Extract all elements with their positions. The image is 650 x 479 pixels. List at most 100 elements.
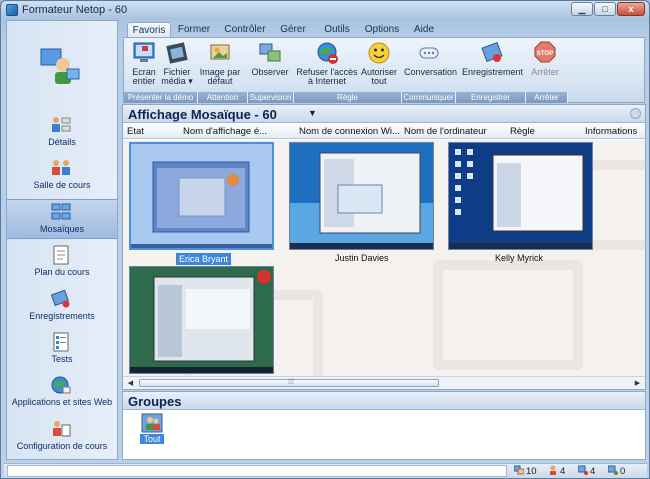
connected-icon [578, 465, 588, 475]
panel-options-icon[interactable] [630, 108, 641, 119]
group-label-attention: Attention [198, 92, 248, 103]
trainer-logo-icon [40, 48, 80, 84]
refuse-internet-label: Refuser l'accès à Internet [296, 67, 358, 86]
tab-favoris[interactable]: Favoris [127, 22, 171, 38]
classroom-icon [52, 160, 70, 175]
column-etat[interactable]: Etat [127, 126, 177, 137]
group-label-arreter: Arrêter [526, 92, 568, 103]
nav-item-configuration[interactable]: Configuration de cours [7, 417, 117, 457]
help-request-icon [608, 465, 618, 475]
ribbon-tabs: Favoris Former Contrôler Gérer Outils Op… [123, 22, 645, 38]
netop-app-icon [6, 4, 18, 16]
nav-label-salle-de-cours: Salle de cours [33, 180, 91, 190]
group-users-icon [141, 413, 163, 433]
globe-block-icon [317, 42, 338, 64]
group-label-enregistrer: Enregistrer [456, 92, 526, 103]
title-bar: Formateur Netop - 60 ▁ □ x [1, 1, 649, 19]
full-screen-icon [133, 42, 155, 62]
student-tile-thumbnail[interactable] [129, 142, 274, 250]
film-icon [166, 42, 188, 64]
conversation-button[interactable]: Conversation [404, 40, 457, 92]
column-computer-name[interactable]: Nom de l'ordinateur [404, 126, 504, 137]
svg-text:STOP: STOP [537, 51, 553, 57]
nav-item-mosaiques[interactable]: Mosaïques [7, 199, 117, 239]
nav-item-enregistrements[interactable]: Enregistrements [7, 287, 117, 327]
group-label-presenter: Présenter la démo [124, 92, 198, 103]
column-header: Etat Nom d'affichage é... Nom de connexi… [123, 124, 645, 139]
minimize-button[interactable]: ▁ [571, 2, 593, 16]
background-monitor-shape [433, 260, 583, 370]
close-button[interactable]: x [617, 2, 645, 16]
student-tile-thumbnail[interactable] [129, 266, 274, 374]
recording-button[interactable]: Enregistrement [462, 40, 524, 92]
stat-connected-value: 4 [590, 466, 596, 477]
nav-item-details[interactable]: Détails [7, 113, 117, 153]
column-rule[interactable]: Règle [510, 126, 570, 137]
tab-options[interactable]: Options [362, 22, 402, 38]
status-message-field [7, 465, 507, 477]
nav-label-enregistrements: Enregistrements [29, 311, 95, 321]
stat-connected: 4 [578, 465, 595, 477]
horizontal-scrollbar[interactable]: ◀ ⁞⁞⁞ ▶ [123, 376, 645, 389]
computers-icon [514, 465, 524, 475]
observe-button[interactable]: Observer [248, 40, 292, 92]
screen-thumbnail-icon [130, 267, 273, 373]
group-label-all: Tout [140, 434, 164, 444]
nav-label-plan-du-cours: Plan du cours [34, 267, 90, 277]
view-dropdown-icon[interactable]: ▼ [308, 108, 317, 118]
tab-aide[interactable]: Aide [410, 22, 438, 38]
stop-sign-icon: STOP [534, 41, 556, 63]
course-config-icon [53, 421, 71, 437]
refuse-internet-button[interactable]: Refuser l'accès à Internet [296, 40, 358, 92]
student-name-justin[interactable]: Justin Davies [335, 253, 389, 263]
maximize-button[interactable]: □ [594, 2, 616, 16]
nav-item-tests[interactable]: Tests [7, 330, 117, 370]
tab-former[interactable]: Former [173, 22, 215, 38]
nav-label-mosaiques: Mosaïques [39, 224, 85, 234]
allow-all-label: Autoriser tout [360, 67, 397, 86]
tab-outils[interactable]: Outils [319, 22, 355, 38]
tab-controler[interactable]: Contrôler [221, 22, 269, 38]
scroll-left-icon[interactable]: ◀ [126, 379, 135, 388]
nav-label-configuration: Configuration de cours [16, 441, 108, 451]
column-info[interactable]: Informations [585, 126, 643, 137]
view-title: Affichage Mosaïque - 60 [128, 107, 277, 122]
scrollbar-thumb[interactable]: ⁞⁞⁞ [139, 379, 439, 387]
ribbon: Ecran entier Fichier média ▾ Image par d… [123, 37, 645, 103]
media-file-button[interactable]: Fichier média ▾ [160, 40, 194, 92]
scroll-right-icon[interactable]: ▶ [633, 379, 642, 388]
recording-label: Enregistrement [462, 67, 524, 77]
details-icon [52, 117, 71, 132]
column-login-name[interactable]: Nom de connexion Wi... [299, 126, 399, 137]
tab-gerer[interactable]: Gérer [275, 22, 311, 38]
stop-label: Arrêter [531, 67, 559, 77]
smiley-icon [368, 42, 390, 64]
default-image-button[interactable]: Image par défaut [198, 40, 242, 92]
screen-thumbnail-icon [449, 143, 592, 249]
groups-panel: Groupes Tout [122, 391, 646, 460]
group-label-regle: Règle [294, 92, 402, 103]
recordings-icon [50, 289, 70, 308]
nav-item-applications-web[interactable]: Applications et sites Web [7, 373, 117, 413]
group-item-all[interactable]: Tout [140, 413, 164, 444]
default-image-label: Image par défaut [199, 67, 241, 86]
column-display-name[interactable]: Nom d'affichage é... [183, 126, 293, 137]
stat-users: 4 [548, 465, 565, 477]
full-screen-label: Ecran entier [132, 67, 156, 86]
lesson-plan-icon [53, 245, 69, 265]
observe-icon [259, 43, 281, 62]
student-name-kelly[interactable]: Kelly Myrick [495, 253, 543, 263]
stat-help: 0 [608, 465, 625, 477]
allow-all-button[interactable]: Autoriser tout [358, 40, 400, 92]
nav-item-salle-de-cours[interactable]: Salle de cours [7, 156, 117, 196]
stop-button[interactable]: STOP Arrêter [526, 40, 564, 92]
nav-item-plan-du-cours[interactable]: Plan du cours [7, 243, 117, 283]
groups-title: Groupes [123, 392, 645, 410]
chat-bubble-icon [419, 47, 439, 59]
full-screen-button[interactable]: Ecran entier [128, 40, 160, 92]
student-tile-thumbnail[interactable] [289, 142, 434, 250]
student-name-erica[interactable]: Erica Bryant [176, 253, 232, 265]
tests-icon [53, 332, 69, 352]
student-tile-thumbnail[interactable] [448, 142, 593, 250]
nav-label-details: Détails [48, 137, 76, 147]
